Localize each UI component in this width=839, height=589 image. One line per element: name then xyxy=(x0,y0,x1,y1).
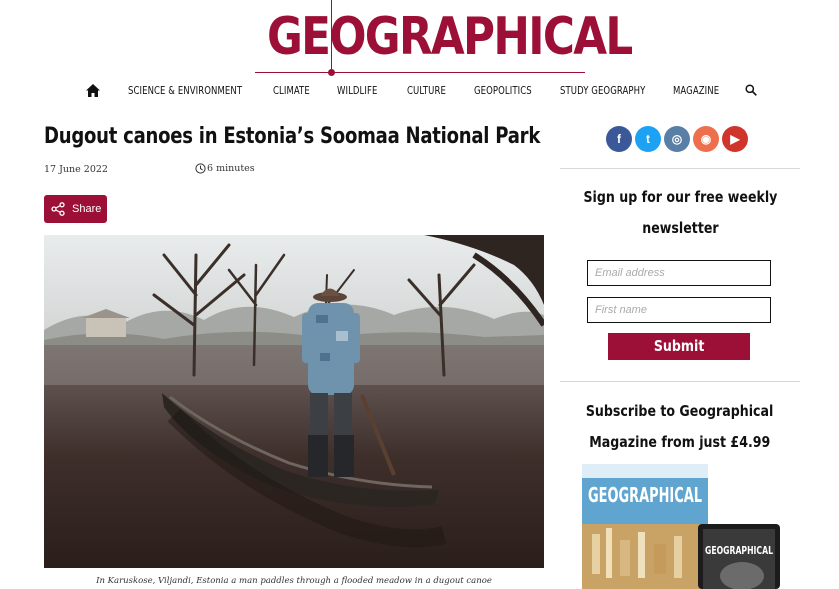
article-hero-image xyxy=(44,235,544,568)
subscribe-heading: Subscribe to Geographical Magazine from … xyxy=(560,396,800,458)
twitter-icon[interactable]: t xyxy=(635,126,661,152)
home-icon[interactable] xyxy=(86,84,100,97)
article-date: 17 June 2022 xyxy=(44,164,108,175)
magazine-cover-image: GEOGRAPHICAL GEOGRAPHICAL xyxy=(582,464,780,589)
nav-item-wildlife[interactable]: WILDLIFE xyxy=(337,84,377,97)
newsletter-heading-line1: Sign up for our free weekly xyxy=(583,188,777,206)
sidebar-divider xyxy=(560,381,800,382)
share-button[interactable]: Share xyxy=(44,195,107,223)
youtube-icon[interactable]: ▶ xyxy=(722,126,748,152)
flooded-meadow-canoe-image xyxy=(44,235,544,568)
nav-item-science-environment[interactable]: SCIENCE & ENVIRONMENT xyxy=(128,84,242,97)
magazine-cover-title: GEOGRAPHICAL xyxy=(588,483,702,507)
logo-horizontal-line xyxy=(255,72,585,73)
magazine-cover-promo[interactable]: GEOGRAPHICAL GEOGRAPHICAL xyxy=(582,464,782,589)
facebook-icon[interactable]: f xyxy=(606,126,632,152)
email-field[interactable]: Email address xyxy=(587,260,771,286)
social-links: f t ◎ ◉ ▶ xyxy=(606,126,748,152)
subscribe-heading-line2: Magazine from just £4.99 xyxy=(589,433,771,451)
share-icon xyxy=(51,202,65,216)
newsletter-heading-line2: newsletter xyxy=(641,219,719,237)
article-title: Dugout canoes in Estonia’s Soomaa Nation… xyxy=(44,124,541,149)
instagram-icon[interactable]: ◎ xyxy=(664,126,690,152)
logo-dot xyxy=(328,69,335,76)
tablet-cover-title: GEOGRAPHICAL xyxy=(705,544,773,557)
clock-icon xyxy=(195,163,206,174)
image-caption: In Karuskose, Viljandi, Estonia a man pa… xyxy=(96,576,492,586)
read-time: 6 minutes xyxy=(195,163,255,174)
nav-item-geopolitics[interactable]: GEOPOLITICS xyxy=(474,84,532,97)
nav-item-magazine[interactable]: MAGAZINE xyxy=(673,84,719,97)
first-name-field[interactable]: First name xyxy=(587,297,771,323)
read-time-label: 6 minutes xyxy=(207,163,255,174)
submit-label: Submit xyxy=(653,337,705,355)
logo-text: GEOGRAPHICAL xyxy=(267,7,633,67)
submit-button[interactable]: Submit xyxy=(608,333,750,360)
newsletter-heading: Sign up for our free weekly newsletter xyxy=(560,182,800,244)
nav-item-culture[interactable]: CULTURE xyxy=(407,84,446,97)
nav-item-study-geography[interactable]: STUDY GEOGRAPHY xyxy=(560,84,645,97)
nav-item-climate[interactable]: CLIMATE xyxy=(273,84,310,97)
site-logo[interactable]: GEOGRAPHICAL xyxy=(255,0,633,78)
main-nav: SCIENCE & ENVIRONMENT CLIMATE WILDLIFE C… xyxy=(0,82,839,102)
rss-icon[interactable]: ◉ xyxy=(693,126,719,152)
share-label: Share xyxy=(72,203,102,215)
sidebar-divider xyxy=(560,168,800,169)
subscribe-heading-line1: Subscribe to Geographical xyxy=(586,402,774,420)
search-icon[interactable] xyxy=(745,84,757,96)
